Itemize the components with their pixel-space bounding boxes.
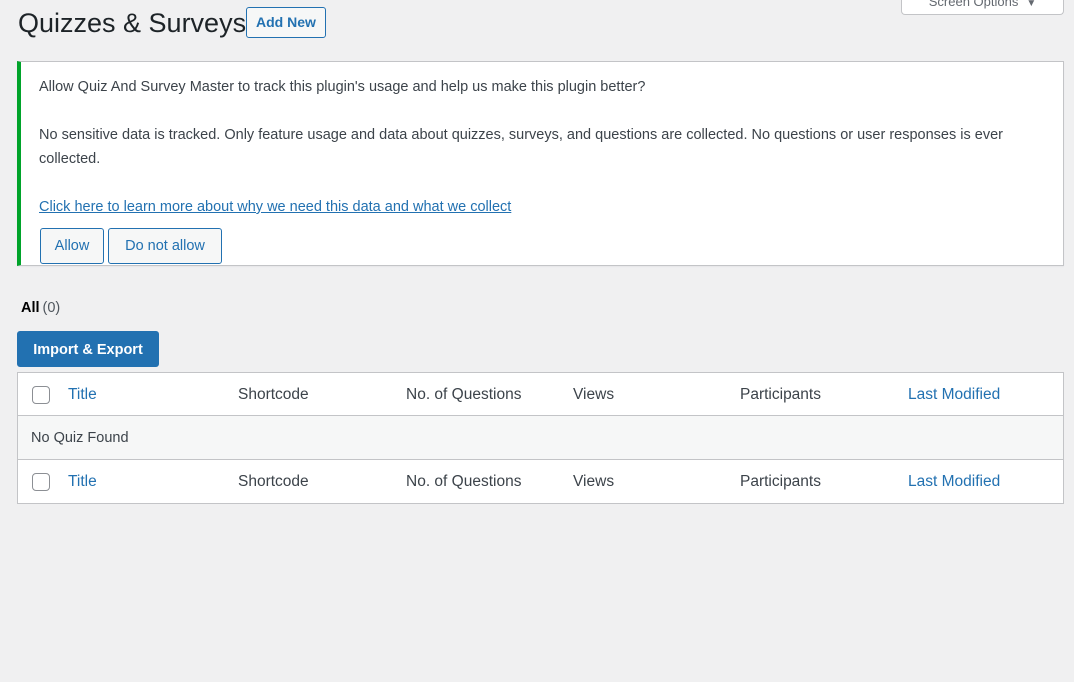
column-shortcode: Shortcode xyxy=(238,386,309,403)
quizzes-table: Title Shortcode No. of Questions Views P… xyxy=(17,372,1064,504)
footer-column-participants: Participants xyxy=(740,473,821,490)
quizzes-page: Screen Options ▼ Quizzes & Surveys Add N… xyxy=(0,0,1074,682)
do-not-allow-button[interactable]: Do not allow xyxy=(108,228,222,264)
empty-row: No Quiz Found xyxy=(18,416,1063,460)
caret-down-icon: ▼ xyxy=(1026,0,1037,9)
allow-button[interactable]: Allow xyxy=(40,228,104,264)
footer-column-questions: No. of Questions xyxy=(406,473,522,490)
table-header-row: Title Shortcode No. of Questions Views P… xyxy=(18,373,1063,416)
empty-message: No Quiz Found xyxy=(31,430,129,446)
column-questions: No. of Questions xyxy=(406,386,522,403)
filter-all-link[interactable]: All xyxy=(21,300,40,316)
add-new-button[interactable]: Add New xyxy=(246,7,326,38)
select-all-checkbox[interactable] xyxy=(32,386,50,404)
page-title: Quizzes & Surveys xyxy=(18,8,247,38)
footer-column-last-modified-sort[interactable]: Last Modified xyxy=(908,460,1000,503)
column-participants: Participants xyxy=(740,386,821,403)
select-all-checkbox-footer[interactable] xyxy=(32,473,50,491)
notice-description: No sensitive data is tracked. Only featu… xyxy=(39,127,1003,167)
table-footer-row: Title Shortcode No. of Questions Views P… xyxy=(18,460,1063,503)
import-export-button[interactable]: Import & Export xyxy=(17,331,159,367)
notice-question: Allow Quiz And Survey Master to track th… xyxy=(39,79,646,95)
learn-more-link[interactable]: Click here to learn more about why we ne… xyxy=(39,195,511,219)
footer-column-views: Views xyxy=(573,473,615,490)
screen-options-tab[interactable]: Screen Options ▼ xyxy=(901,0,1064,15)
column-last-modified-sort[interactable]: Last Modified xyxy=(908,373,1000,416)
column-title-sort[interactable]: Title xyxy=(68,373,97,416)
screen-options-label[interactable]: Screen Options xyxy=(929,0,1019,9)
column-views: Views xyxy=(573,386,615,403)
usage-tracking-notice: Allow Quiz And Survey Master to track th… xyxy=(17,61,1064,266)
footer-column-title-sort[interactable]: Title xyxy=(68,460,97,503)
filter-all-count: (0) xyxy=(42,300,61,316)
status-filter: All (0) xyxy=(21,300,60,316)
footer-column-shortcode: Shortcode xyxy=(238,473,309,490)
